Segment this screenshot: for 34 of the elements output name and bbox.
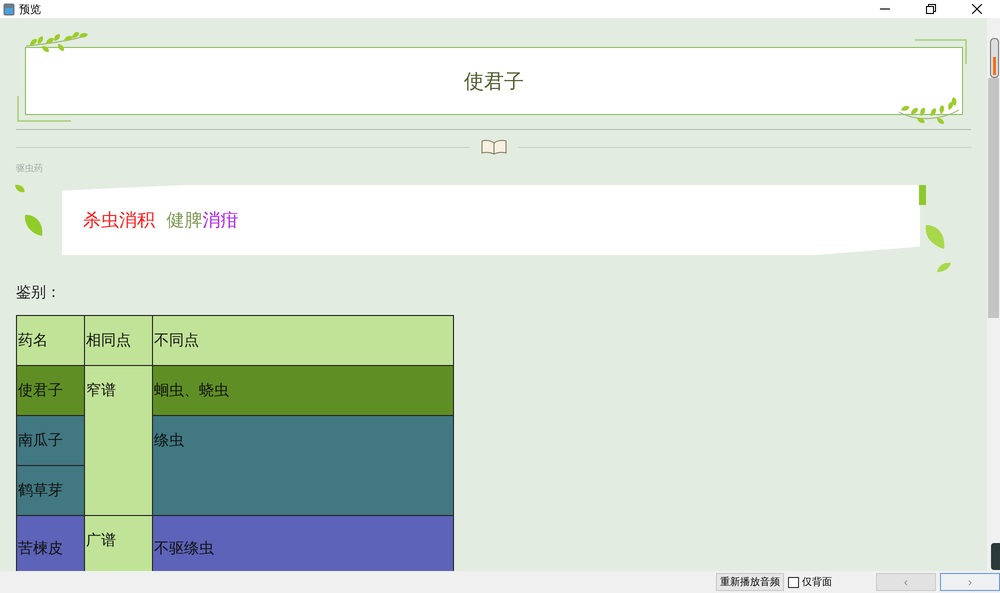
column-header: 不同点 [152, 316, 454, 366]
leaf-icon [936, 261, 952, 273]
table-cell: 南瓜子 [16, 416, 84, 466]
column-header: 药名 [16, 316, 84, 366]
next-button[interactable]: › [940, 573, 1000, 591]
table-cell: 使君子 [16, 366, 84, 416]
table-cell: 窄谱 [84, 366, 152, 516]
vine-drawing [897, 96, 961, 126]
table-cell: 蛔虫、蛲虫 [152, 366, 454, 416]
window-title: 预览 [19, 2, 41, 16]
book-icon [480, 139, 508, 155]
category-label: 驱虫药 [16, 162, 44, 176]
table-cell: 绦虫 [152, 416, 454, 516]
column-header: 相同点 [84, 316, 152, 366]
table-cell: 不驱绦虫 [152, 516, 454, 571]
table-cell: 广谱 [84, 516, 152, 571]
accent-bar [919, 185, 926, 205]
previous-button[interactable]: ‹ [876, 573, 936, 591]
close-icon [972, 4, 982, 14]
meter-widget [991, 543, 1000, 570]
restore-icon [926, 4, 936, 14]
corner-line-drawing [915, 39, 967, 65]
table-cell: 鹤草芽 [16, 466, 84, 516]
checkbox[interactable] [788, 576, 799, 588]
leaf-icon [924, 223, 946, 251]
checkbox-label: 仅背面 [802, 576, 832, 589]
app-icon [3, 2, 15, 16]
table-cell: 苦楝皮 [16, 516, 84, 571]
efficacy-text: 杀虫消积 健脾消疳 [83, 209, 238, 232]
vine-drawing [24, 32, 88, 54]
corner-line-drawing [17, 96, 72, 122]
identification-label: 鉴别： [16, 283, 62, 303]
replay-audio-button[interactable]: 重新播放音频 [716, 573, 784, 591]
page-title: 使君子 [464, 68, 524, 94]
